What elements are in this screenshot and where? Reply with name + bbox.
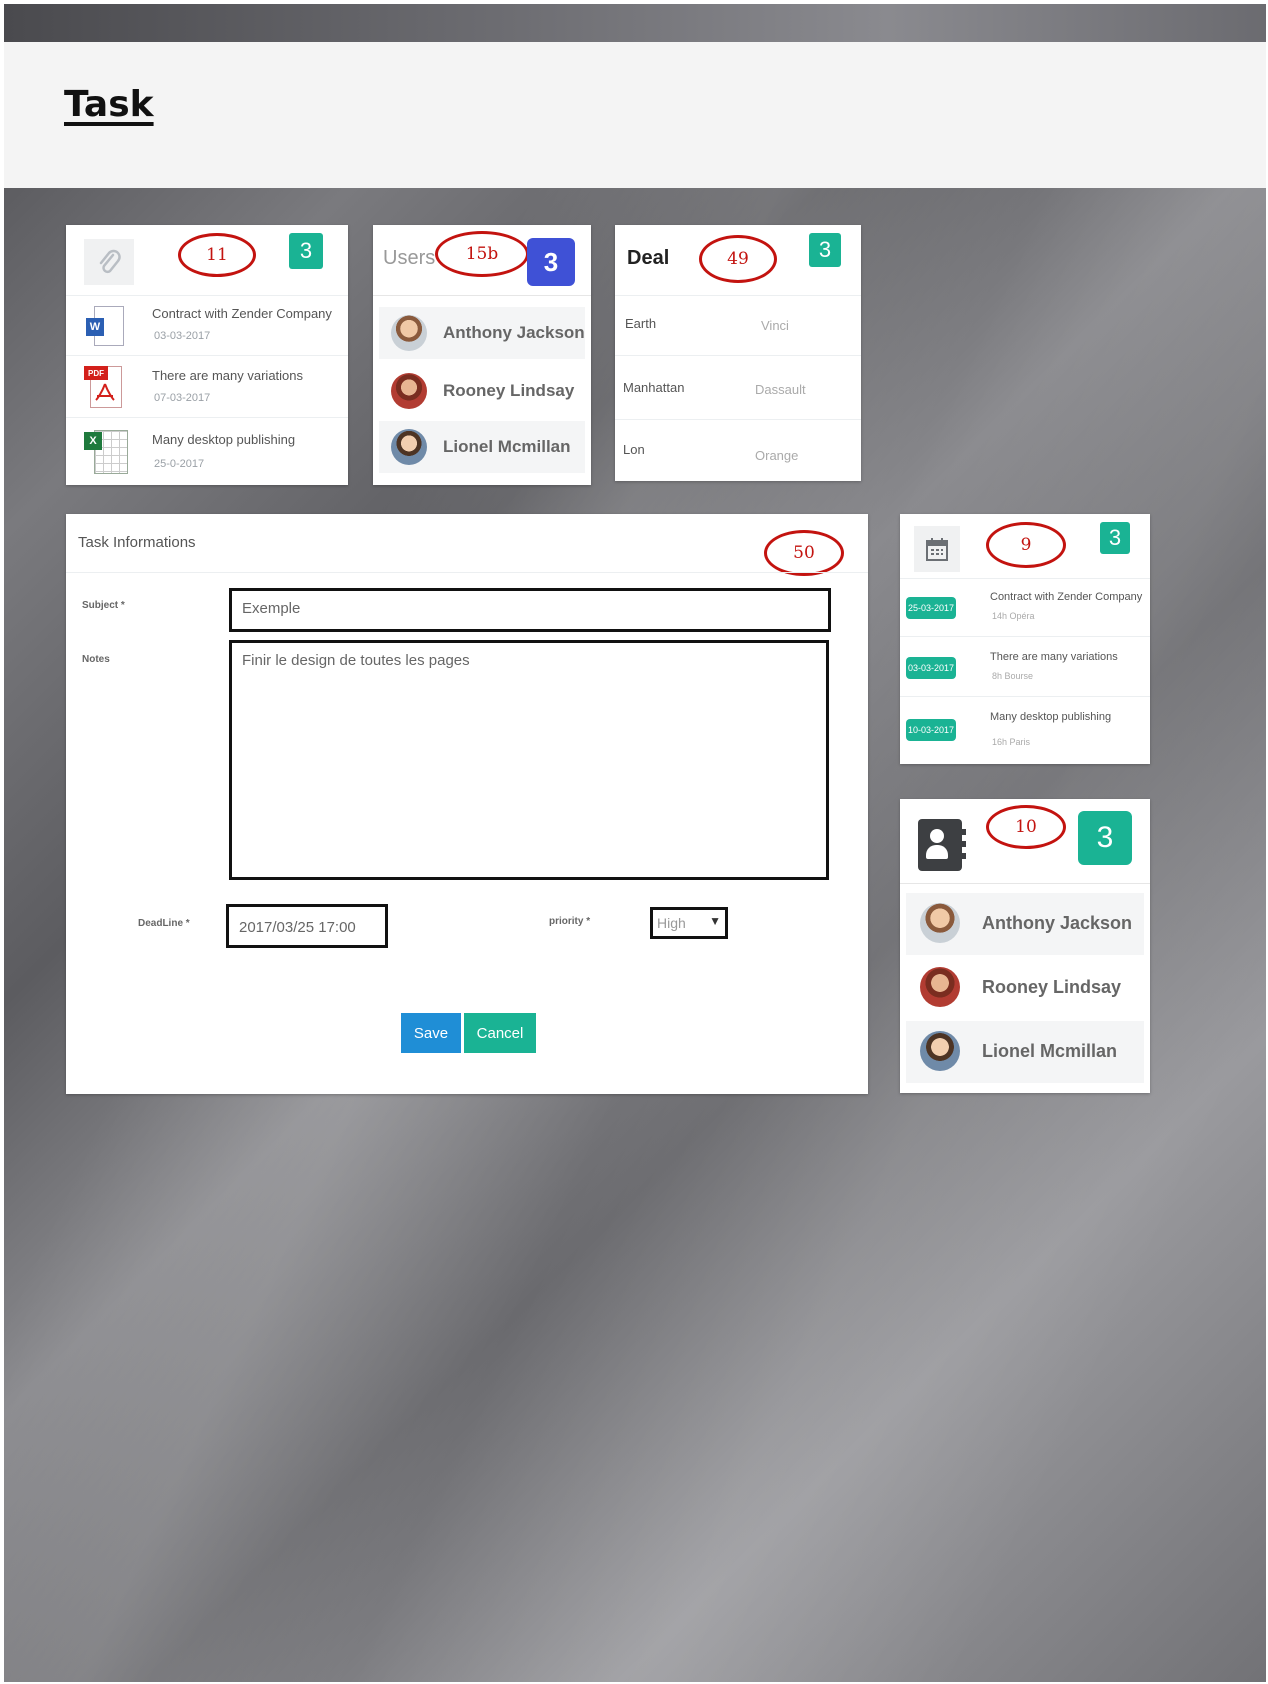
- avatar: [920, 1031, 960, 1071]
- save-button[interactable]: Save: [401, 1013, 461, 1053]
- contact-row[interactable]: Rooney Lindsay: [906, 957, 1144, 1019]
- attachment-date: 25-0-2017: [154, 458, 205, 470]
- annotation-11: 11: [178, 233, 256, 277]
- annotation-15b: 15b: [435, 231, 529, 277]
- priority-value: High: [657, 915, 686, 931]
- event-sub: 16h Paris: [992, 737, 1031, 747]
- calendar-count-badge: 3: [1100, 522, 1130, 554]
- deal-card: Deal 49 3 Earth Vinci Manhattan Dassault…: [615, 225, 861, 481]
- avatar: [391, 373, 427, 409]
- attachments-card: 11 3 W Contract with Zender Company 03-0…: [66, 225, 348, 485]
- user-row[interactable]: Lionel Mcmillan: [379, 421, 585, 473]
- user-row[interactable]: Rooney Lindsay: [379, 365, 585, 417]
- task-info-title: Task Informations: [78, 534, 196, 551]
- deal-city: Earth: [625, 316, 657, 331]
- attachment-title: There are many variations: [152, 368, 304, 383]
- contacts-card: 10 3 Anthony Jackson Rooney Lindsay Lion…: [900, 799, 1150, 1093]
- task-info-card: Task Informations 50 Subject * Exemple N…: [66, 514, 868, 1094]
- notes-label: Notes: [82, 654, 110, 665]
- contacts-count-badge: 3: [1078, 811, 1132, 865]
- deal-count-badge: 3: [809, 233, 841, 267]
- contact-row[interactable]: Anthony Jackson: [906, 893, 1144, 955]
- user-name: Rooney Lindsay: [443, 381, 575, 400]
- chevron-down-icon: ▼: [709, 914, 721, 928]
- avatar: [391, 315, 427, 351]
- attachment-title: Contract with Zender Company: [152, 306, 332, 321]
- priority-select[interactable]: High ▼: [650, 907, 728, 939]
- deal-company: Vinci: [761, 318, 789, 333]
- word-doc-icon: W: [86, 304, 124, 346]
- subject-input[interactable]: Exemple: [229, 588, 831, 632]
- annotation-49: 49: [699, 235, 777, 283]
- slide-background: Task 11 3 W Contract with Zender Company…: [4, 4, 1266, 1682]
- calendar-card: 9 3 25-03-2017 Contract with Zender Comp…: [900, 514, 1150, 764]
- calendar-item[interactable]: 25-03-2017 Contract with Zender Company …: [900, 578, 1150, 637]
- contact-name: Anthony Jackson: [982, 913, 1133, 933]
- notes-textarea[interactable]: Finir le design de toutes les pages: [229, 640, 829, 880]
- deadline-input[interactable]: 2017/03/25 17:00: [226, 904, 388, 948]
- attachment-item[interactable]: W Contract with Zender Company 03-03-201…: [66, 295, 348, 356]
- event-title: There are many variations: [990, 651, 1118, 663]
- deal-city: Manhattan: [623, 380, 685, 395]
- user-name: Lionel Mcmillan: [443, 437, 571, 456]
- deal-company: Dassault: [755, 382, 806, 397]
- paperclip-icon: [84, 239, 134, 285]
- event-date: 10-03-2017: [906, 719, 956, 741]
- user-row[interactable]: Anthony Jackson: [379, 307, 585, 359]
- annotation-10: 10: [986, 805, 1066, 849]
- top-bar: [4, 4, 1266, 42]
- event-sub: 8h Bourse: [992, 671, 1034, 681]
- event-date: 25-03-2017: [906, 597, 956, 619]
- users-count-badge: 3: [527, 238, 575, 286]
- deadline-label: DeadLine *: [138, 918, 190, 929]
- users-title: Users: [383, 247, 436, 269]
- calendar-icon: [914, 526, 960, 572]
- deal-row[interactable]: Manhattan Dassault: [615, 355, 861, 420]
- deal-city: Lon: [623, 442, 645, 457]
- priority-label: priority *: [549, 916, 591, 927]
- annotation-9: 9: [986, 522, 1066, 568]
- event-title: Contract with Zender Company: [990, 591, 1143, 603]
- calendar-item[interactable]: 03-03-2017 There are many variations 8h …: [900, 636, 1150, 697]
- contact-name: Lionel Mcmillan: [982, 1041, 1118, 1061]
- address-book-icon: [918, 819, 966, 871]
- avatar: [391, 429, 427, 465]
- attachment-title: Many desktop publishing: [152, 432, 296, 447]
- contact-row[interactable]: Lionel Mcmillan: [906, 1021, 1144, 1083]
- event-sub: 14h Opéra: [992, 611, 1035, 621]
- event-date: 03-03-2017: [906, 657, 956, 679]
- pdf-icon: PDF: [84, 364, 124, 408]
- deal-title: Deal: [627, 247, 670, 269]
- avatar: [920, 903, 960, 943]
- cancel-button[interactable]: Cancel: [464, 1013, 536, 1053]
- attachment-date: 03-03-2017: [154, 330, 211, 342]
- page-title: Task: [64, 84, 154, 125]
- users-card: Users 15b 3 Anthony Jackson Rooney Linds…: [373, 225, 591, 485]
- attachments-count-badge: 3: [289, 233, 323, 269]
- annotation-50: 50: [764, 530, 844, 576]
- event-title: Many desktop publishing: [990, 711, 1112, 723]
- contact-name: Rooney Lindsay: [982, 977, 1122, 997]
- title-band: [4, 42, 1266, 188]
- subject-label: Subject *: [82, 600, 125, 611]
- attachment-item[interactable]: X Many desktop publishing 25-0-2017: [66, 417, 348, 486]
- excel-icon: X: [84, 428, 128, 474]
- deal-row[interactable]: Lon Orange: [615, 419, 861, 482]
- attachment-date: 07-03-2017: [154, 392, 211, 404]
- avatar: [920, 967, 960, 1007]
- user-name: Anthony Jackson: [443, 323, 585, 342]
- deal-company: Orange: [755, 448, 799, 463]
- attachment-item[interactable]: PDF There are many variations 07-03-2017: [66, 355, 348, 418]
- calendar-item[interactable]: 10-03-2017 Many desktop publishing 16h P…: [900, 696, 1150, 765]
- deal-row[interactable]: Earth Vinci: [615, 295, 861, 356]
